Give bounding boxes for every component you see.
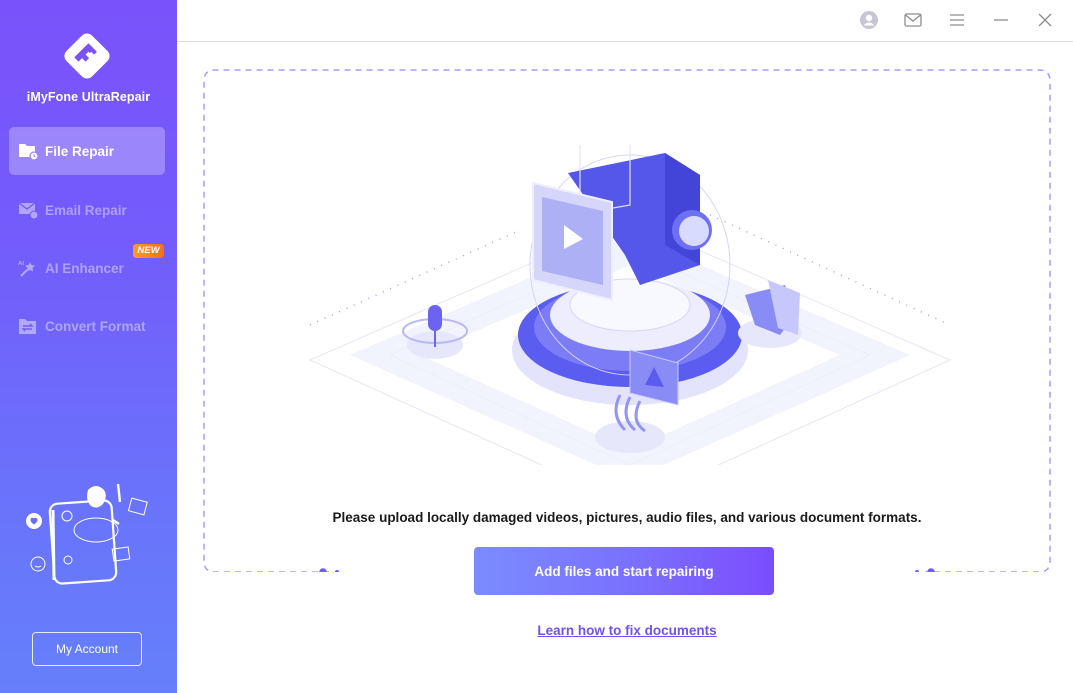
- sidebar-item-label: File Repair: [45, 143, 115, 159]
- ai-enhancer-icon: AI: [17, 257, 39, 279]
- sidebar-item-label: Email Repair: [45, 202, 127, 218]
- email-repair-icon: [17, 199, 39, 221]
- minimize-icon[interactable]: [989, 8, 1013, 32]
- new-badge: NEW: [133, 244, 164, 258]
- sidebar-item-label: AI Enhancer: [45, 260, 124, 276]
- app-name: iMyFone UltraRepair: [26, 90, 151, 104]
- upload-instruction: Please upload locally damaged videos, pi…: [332, 510, 922, 525]
- learn-how-link[interactable]: Learn how to fix documents: [537, 623, 716, 638]
- repair-character-illustration: [26, 483, 148, 585]
- svg-text:AI: AI: [18, 261, 24, 267]
- user-icon[interactable]: [857, 8, 881, 32]
- app-logo-icon: [64, 33, 110, 79]
- add-files-button[interactable]: Add files and start repairing: [474, 547, 774, 595]
- app-window: iMyFone UltraRepair File Repair Email Re…: [0, 0, 1073, 693]
- close-icon[interactable]: [1033, 8, 1057, 32]
- repair-hero-illustration: [308, 145, 952, 465]
- sidebar-item-convert-format[interactable]: Convert Format: [9, 302, 165, 350]
- help-link-container: Learn how to fix documents: [203, 622, 1051, 640]
- sidebar: iMyFone UltraRepair File Repair Email Re…: [0, 0, 177, 693]
- my-account-button[interactable]: My Account: [32, 632, 142, 666]
- mail-icon[interactable]: [901, 8, 925, 32]
- sidebar-item-file-repair[interactable]: File Repair: [9, 127, 165, 175]
- menu-icon[interactable]: [945, 8, 969, 32]
- title-bar: [177, 0, 1073, 42]
- sidebar-item-label: Convert Format: [45, 318, 146, 334]
- file-repair-icon: [17, 140, 39, 162]
- sidebar-item-email-repair[interactable]: Email Repair: [9, 186, 165, 234]
- convert-format-icon: [17, 315, 39, 337]
